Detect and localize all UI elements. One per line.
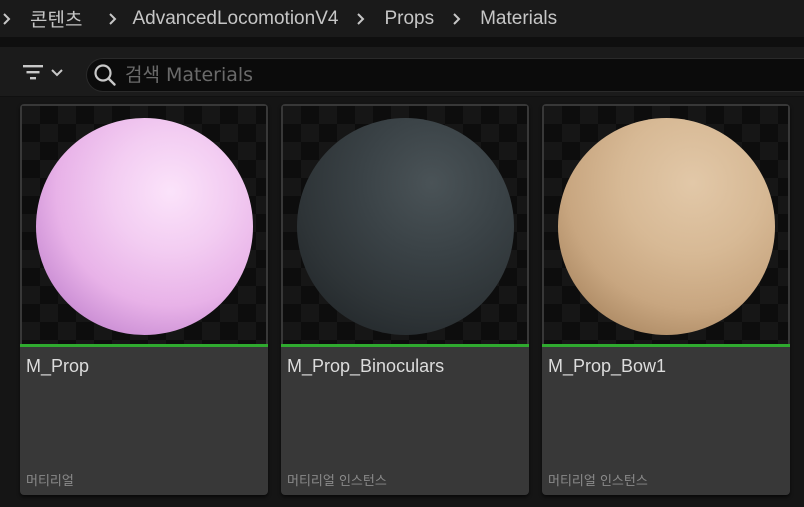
search-toolbar <box>0 47 804 97</box>
filter-button[interactable] <box>22 61 76 87</box>
asset-type-label: 머티리얼 인스턴스 <box>287 474 387 489</box>
asset-type-accent <box>542 344 790 347</box>
chevron-right-icon[interactable] <box>346 12 376 26</box>
chevron-right-icon[interactable] <box>0 12 14 26</box>
asset-tile-m-prop-bow1[interactable]: M_Prop_Bow1 머티리얼 인스턴스 <box>542 104 790 495</box>
asset-name: M_Prop_Bow1 <box>548 356 667 376</box>
material-preview-sphere <box>558 118 775 335</box>
breadcrumb-item-content[interactable]: 콘텐츠 <box>30 5 82 32</box>
search-input[interactable] <box>125 64 725 86</box>
asset-type-label: 머티리얼 <box>26 474 74 489</box>
asset-thumbnail <box>22 106 266 344</box>
chevron-right-icon[interactable] <box>442 12 472 26</box>
asset-thumbnail <box>283 106 527 344</box>
asset-tile-m-prop[interactable]: M_Prop 머티리얼 <box>20 104 268 495</box>
material-preview-sphere <box>36 118 253 335</box>
search-icon <box>93 63 117 87</box>
chevron-down-icon <box>50 65 64 83</box>
breadcrumb-item-props[interactable]: Props <box>384 8 434 30</box>
asset-name: M_Prop_Binoculars <box>287 356 445 376</box>
breadcrumb: 콘텐츠 AdvancedLocomotionV4 Props Materials <box>0 0 804 37</box>
asset-type-label: 머티리얼 인스턴스 <box>548 474 648 489</box>
filter-icon <box>22 63 44 86</box>
divider <box>0 37 804 47</box>
breadcrumb-item-advancedlocomotion[interactable]: AdvancedLocomotionV4 <box>132 8 338 30</box>
asset-tile-m-prop-binoculars[interactable]: M_Prop_Binoculars 머티리얼 인스턴스 <box>281 104 529 495</box>
material-preview-sphere <box>297 118 514 335</box>
search-field[interactable] <box>86 58 804 92</box>
asset-thumbnail <box>544 106 788 344</box>
asset-name: M_Prop <box>26 356 90 376</box>
breadcrumb-item-materials[interactable]: Materials <box>480 8 557 30</box>
chevron-right-icon[interactable] <box>98 12 128 26</box>
asset-type-accent <box>281 344 529 347</box>
asset-grid: M_Prop 머티리얼 M_Prop_Binoculars 머티리얼 인스턴스 … <box>0 97 804 507</box>
asset-type-accent <box>20 344 268 347</box>
